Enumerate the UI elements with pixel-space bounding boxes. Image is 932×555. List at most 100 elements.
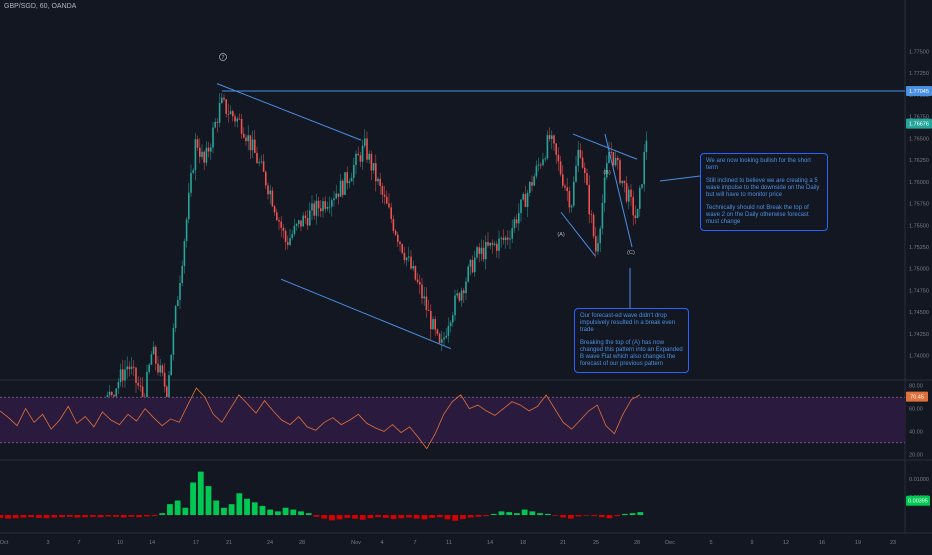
candle-body <box>603 177 606 203</box>
candle-body <box>559 161 562 175</box>
time-tick-label: 24 <box>267 540 273 546</box>
candle-body <box>139 385 142 387</box>
candle-body <box>544 158 546 160</box>
candle-body <box>546 135 549 159</box>
candle-body <box>337 193 340 197</box>
macd-bar <box>159 513 166 515</box>
candle-body <box>575 165 577 182</box>
macd-bar <box>637 512 644 515</box>
candle-body <box>328 206 331 208</box>
candle-body <box>124 369 126 381</box>
candle-body <box>243 133 245 138</box>
price-tick-label: 1.77250 <box>909 71 929 77</box>
candle-body <box>309 210 311 226</box>
macd-bar <box>313 515 320 517</box>
candle-body <box>361 145 364 162</box>
rsi-tick-label: 40.00 <box>909 429 923 435</box>
candle-body <box>568 191 571 208</box>
chart-svg[interactable]: 1.775001.772501.770001.767501.765001.762… <box>0 0 932 550</box>
candle-body <box>205 147 208 163</box>
candle-body <box>289 237 291 245</box>
candle-body <box>555 143 557 155</box>
macd-bar <box>521 509 528 515</box>
candle-body <box>339 180 342 197</box>
candle-body <box>540 164 542 166</box>
candle-body <box>377 178 379 182</box>
candle-body <box>238 118 241 120</box>
candle-body <box>133 366 135 368</box>
note-right-line-3: Technically should not Break the top of … <box>706 205 809 225</box>
candle-body <box>597 242 599 252</box>
candle-body <box>414 266 417 280</box>
candle-body <box>236 118 238 122</box>
candle-body <box>254 139 256 153</box>
macd-bar <box>290 509 297 515</box>
candle-body <box>267 185 269 195</box>
candle-body <box>159 365 161 373</box>
macd-bar <box>490 513 497 515</box>
wave-label-a: (A) <box>557 232 565 238</box>
candle-body <box>177 300 179 307</box>
macd-bar <box>375 515 382 518</box>
candle-body <box>441 339 443 343</box>
macd-bar <box>305 513 312 515</box>
candle-body <box>271 190 274 207</box>
candle-body <box>641 184 643 188</box>
candle-body <box>639 187 641 209</box>
candle-body <box>465 281 467 294</box>
time-tick-label: 21 <box>560 540 566 546</box>
candle-body <box>500 237 502 239</box>
macd-bar <box>20 515 27 518</box>
candle-body <box>276 212 278 221</box>
candle-body <box>181 265 183 283</box>
candle-body <box>357 153 359 156</box>
candle-body <box>300 220 302 227</box>
price-tick-label: 1.75000 <box>909 267 929 273</box>
time-tick-label: 18 <box>520 540 526 546</box>
candle-body <box>617 157 619 161</box>
macd-bar <box>560 515 567 518</box>
candle-body <box>397 234 399 242</box>
time-tick-label: 4 <box>380 540 383 546</box>
candle-body <box>249 135 252 151</box>
candle-body <box>557 154 560 162</box>
candle-body <box>509 238 511 240</box>
candle-body <box>379 178 381 187</box>
macd-bar <box>174 500 181 515</box>
candle-body <box>478 247 480 254</box>
candle-body <box>522 193 524 200</box>
candle-body <box>232 111 234 117</box>
candle-body <box>432 319 434 330</box>
macd-bar <box>97 515 104 518</box>
candle-body <box>630 189 632 197</box>
candle-body <box>634 215 637 219</box>
candle-body <box>454 295 456 316</box>
time-tick-label: 10 <box>117 540 123 546</box>
candle-body <box>185 219 188 242</box>
candle-body <box>188 192 190 220</box>
candle-body <box>227 113 230 115</box>
candle-body <box>471 259 474 273</box>
candle-body <box>577 149 579 166</box>
macd-bar <box>0 515 4 518</box>
candle-body <box>355 153 357 166</box>
wave-label-b: (B) <box>603 170 611 176</box>
price-tick-label: 1.75250 <box>909 245 929 251</box>
candle-body <box>443 337 445 340</box>
macd-bar <box>406 515 412 518</box>
time-tick-label: 28 <box>634 540 640 546</box>
candle-body <box>526 192 529 207</box>
candle-body <box>619 160 621 184</box>
candle-body <box>425 296 428 311</box>
candle-body <box>421 284 423 299</box>
time-tick-label: 12 <box>783 540 789 546</box>
candle-body <box>207 147 210 152</box>
chart-area[interactable]: 1.775001.772501.770001.767501.765001.762… <box>0 0 932 550</box>
macd-bar <box>544 513 551 515</box>
macd-bar <box>321 515 328 519</box>
macd-bar <box>629 513 636 515</box>
candle-body <box>262 161 265 172</box>
macd-bar <box>228 504 235 515</box>
candle-body <box>452 315 454 323</box>
candle-body <box>474 257 476 273</box>
